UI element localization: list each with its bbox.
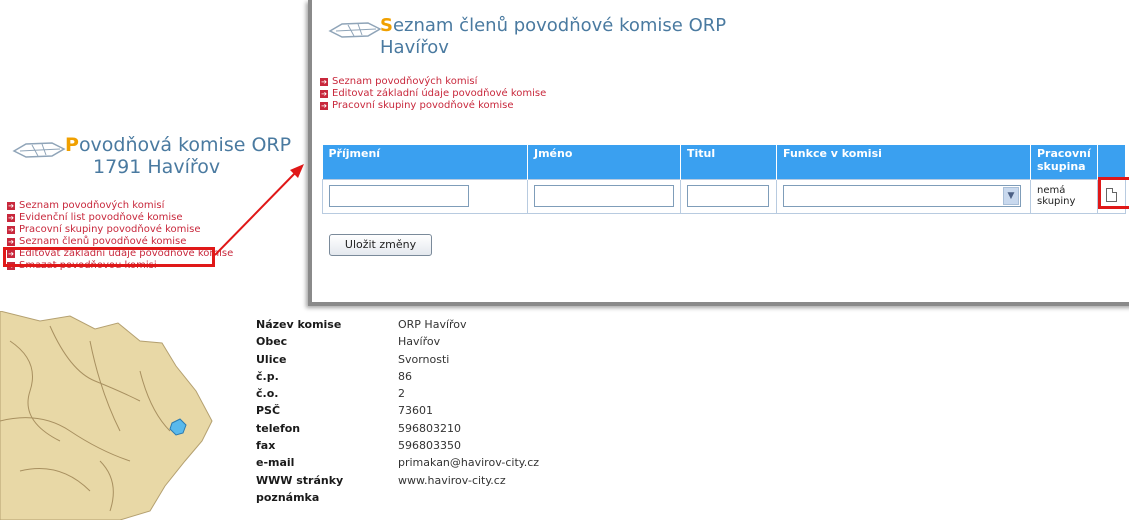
first-name-input[interactable] xyxy=(534,185,674,207)
detail-label: fax xyxy=(256,439,276,453)
detail-label: Obec xyxy=(256,335,288,349)
commission-title-text: ovodňová komise ORP xyxy=(78,134,292,156)
cell-work-group: nemá skupiny xyxy=(1030,178,1098,214)
member-list-title-initial: S xyxy=(380,15,393,36)
link-label: Seznam povodňových komisí xyxy=(332,76,478,87)
member-list-title-line2: Havířov xyxy=(380,37,449,58)
highlight-member-list-link xyxy=(3,247,215,267)
commission-title-line2: 1791 Havířov xyxy=(93,156,221,178)
detail-row: WWW stránky www.havirov-city.cz xyxy=(256,472,539,489)
fish-logo-icon xyxy=(328,22,382,38)
left-link-list-commissions[interactable]: ➔ Seznam povodňových komisí xyxy=(7,200,233,212)
detail-row: Název komise ORP Havířov xyxy=(256,316,539,333)
detail-label: WWW stránky xyxy=(256,473,344,487)
member-list-window: Seznam členů povodňové komise ORP Havířo… xyxy=(308,0,1129,306)
members-table-header: Příjmení Jméno Titul Funkce v komisi Pra… xyxy=(322,145,1126,179)
detail-row: Ulice Svornosti xyxy=(256,351,539,368)
overlay-nav-links: ➔ Seznam povodňových komisí ➔ Editovat zák… xyxy=(320,76,546,112)
detail-label: poznámka xyxy=(256,490,320,504)
link-bullet-icon: ➔ xyxy=(320,78,328,86)
title-input[interactable] xyxy=(687,185,769,207)
left-link-evidence-sheet[interactable]: ➔ Evidenční list povodňové komise xyxy=(7,212,233,224)
member-list-title: Seznam členů povodňové komise ORP xyxy=(380,15,726,36)
commission-title: Povodňová komise ORP xyxy=(65,134,291,156)
detail-value: ORP Havířov xyxy=(398,318,467,331)
commission-title-initial: P xyxy=(65,134,79,156)
detail-value: Havířov xyxy=(398,335,441,349)
detail-value: 86 xyxy=(398,369,412,383)
cell-function: ▼ xyxy=(776,178,1031,214)
link-label: Editovat základní údaje povodňové komise xyxy=(332,88,547,99)
dropdown-arrow-icon[interactable]: ▼ xyxy=(1003,187,1019,205)
left-link-work-groups[interactable]: ➔ Pracovní skupiny povodňové komise xyxy=(7,224,233,236)
region-map xyxy=(0,311,213,520)
cell-title xyxy=(680,178,777,214)
link-bullet-icon: ➔ xyxy=(320,102,328,110)
detail-label: Název komise xyxy=(256,318,342,331)
detail-row: PSČ 73601 xyxy=(256,402,539,419)
overlay-link-edit-basic[interactable]: ➔ Editovat základní údaje povodňové komis… xyxy=(320,88,546,100)
function-select[interactable]: ▼ xyxy=(783,185,1021,207)
commission-details: Název komise ORP Havířov Obec Havířov Ulic… xyxy=(256,316,539,506)
col-header-function: Funkce v komisi xyxy=(776,145,1031,179)
detail-value: 596803210 xyxy=(398,421,461,435)
detail-value: 2 xyxy=(398,387,405,401)
detail-label: č.p. xyxy=(256,369,279,383)
link-bullet-icon: ➔ xyxy=(7,226,15,234)
link-bullet-icon: ➔ xyxy=(7,202,15,210)
col-header-work-group: Pracovní skupina xyxy=(1030,145,1098,179)
detail-row: Obec Havířov xyxy=(256,333,539,350)
overlay-link-list-commissions[interactable]: ➔ Seznam povodňových komisí xyxy=(320,76,546,88)
detail-label: PSČ xyxy=(256,404,281,418)
detail-row: e-mail primakan@havirov-city.cz xyxy=(256,454,539,471)
col-header-first-name: Jméno xyxy=(527,145,681,179)
table-row: ▼ nemá skupiny xyxy=(322,178,1126,214)
link-label: Pracovní skupiny povodňové komise xyxy=(332,100,514,111)
cell-first-name xyxy=(527,178,681,214)
detail-label: e-mail xyxy=(256,456,295,470)
highlight-document-icon xyxy=(1098,177,1129,209)
link-bullet-icon: ➔ xyxy=(7,214,15,222)
detail-row: telefon 596803210 xyxy=(256,420,539,437)
col-header-surname: Příjmení xyxy=(322,145,528,179)
detail-row: č.o. 2 xyxy=(256,385,539,402)
detail-row: fax 596803350 xyxy=(256,437,539,454)
fish-logo-icon xyxy=(12,142,66,158)
pointer-arrow xyxy=(214,164,304,256)
link-label: Pracovní skupiny povodňové komise xyxy=(19,224,201,235)
member-list-title-text: eznam členů povodňové komise ORP xyxy=(392,15,727,36)
col-header-actions xyxy=(1097,145,1126,179)
detail-value: Svornosti xyxy=(398,352,450,366)
detail-row: poznámka xyxy=(256,489,539,506)
link-bullet-icon: ➔ xyxy=(320,90,328,98)
cell-surname xyxy=(322,178,528,214)
link-bullet-icon: ➔ xyxy=(7,238,15,246)
detail-label: Ulice xyxy=(256,352,287,366)
detail-value: 73601 xyxy=(398,404,433,418)
col-header-title: Titul xyxy=(680,145,777,179)
link-label: Evidenční list povodňové komise xyxy=(19,212,183,223)
email-link[interactable]: primakan@havirov-city.cz xyxy=(398,454,539,471)
save-changes-button[interactable]: Uložit změny xyxy=(329,234,432,256)
detail-label: telefon xyxy=(256,421,301,435)
detail-value: 596803350 xyxy=(398,439,461,453)
link-label: Seznam povodňových komisí xyxy=(19,200,165,211)
overlay-link-work-groups[interactable]: ➔ Pracovní skupiny povodňové komise xyxy=(320,100,546,112)
detail-row: č.p. 86 xyxy=(256,368,539,385)
detail-label: č.o. xyxy=(256,387,279,401)
website-link[interactable]: www.havirov-city.cz xyxy=(398,472,506,489)
surname-input[interactable] xyxy=(329,185,469,207)
members-table: Příjmení Jméno Titul Funkce v komisi Pra… xyxy=(322,145,1126,214)
